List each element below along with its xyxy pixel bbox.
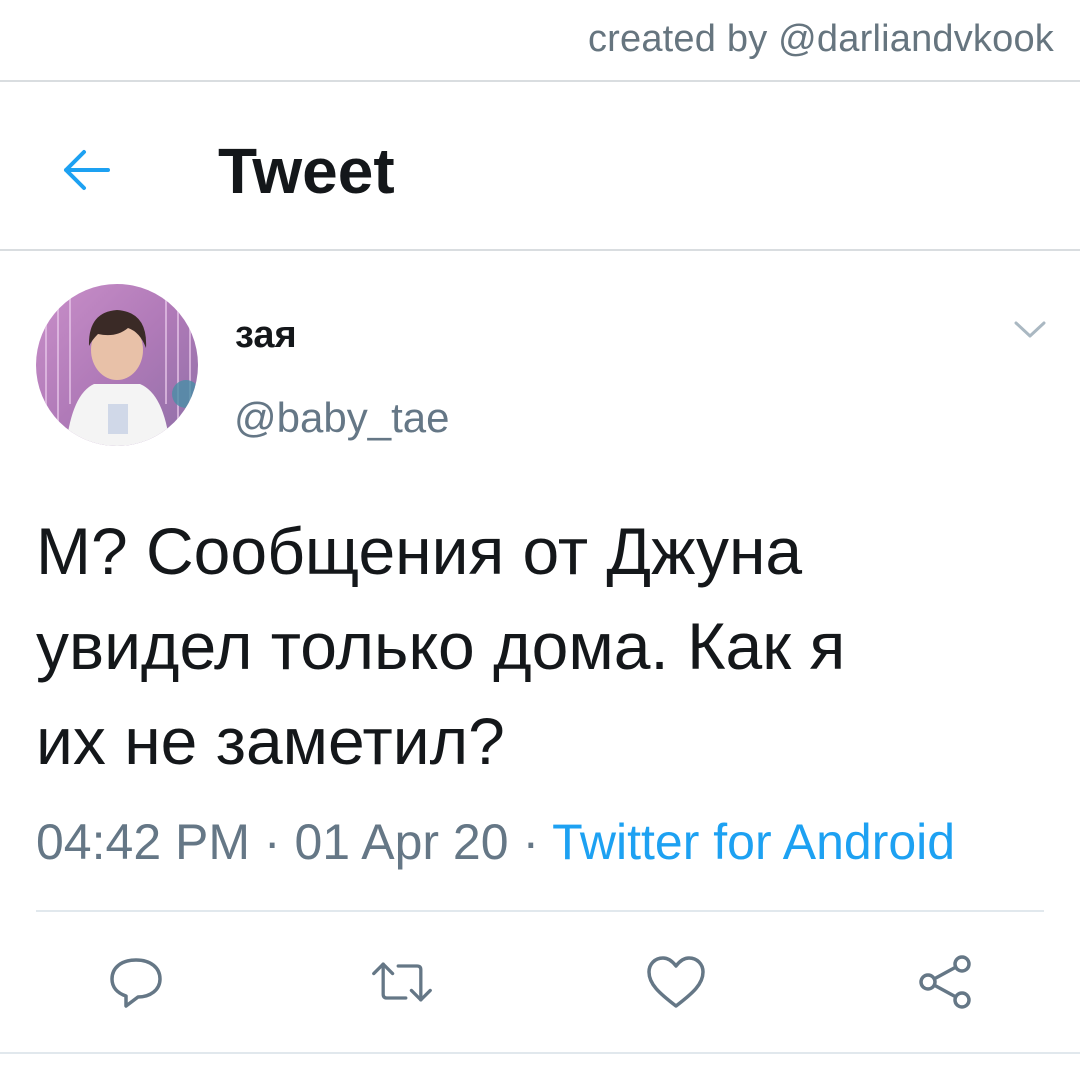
retweet-icon (372, 962, 432, 1002)
reply-icon (110, 958, 162, 1008)
retweet-button[interactable] (370, 950, 434, 1014)
author-display-name[interactable]: зая (235, 314, 297, 357)
tweet-source-link[interactable]: Twitter for Android (552, 814, 955, 870)
tweet-meta: 04:42 PM · 01 Apr 20 · Twitter for Andro… (36, 813, 955, 871)
reply-button[interactable] (104, 950, 168, 1014)
watermark-divider (0, 80, 1080, 82)
heart-icon (647, 956, 705, 1008)
share-icon (919, 955, 971, 1009)
avatar[interactable] (36, 284, 198, 446)
avatar-image (36, 284, 198, 446)
header-divider (0, 249, 1080, 251)
meta-separator: · (263, 814, 281, 870)
back-button[interactable] (54, 138, 118, 202)
arrow-left-icon (64, 150, 110, 190)
watermark: created by @darliandvkook (587, 18, 1054, 60)
actions-divider (36, 910, 1044, 912)
tweet-text-line: М? Сообщения от Джуна (36, 514, 803, 588)
tweet-time: 04:42 PM (36, 814, 251, 870)
tweet-options-button[interactable] (1010, 316, 1050, 344)
tweet-text-line: их не заметил? (36, 704, 505, 778)
tweet-text: М? Сообщения от Джуна увидел только дома… (36, 504, 1036, 789)
author-handle[interactable]: @baby_tae (234, 394, 449, 442)
tweet-detail-screen: created by @darliandvkook Tweet зая @bab… (0, 0, 1080, 1072)
tweet-date: 01 Apr 20 (294, 814, 509, 870)
chevron-down-icon (1014, 321, 1046, 338)
page-title: Tweet (218, 135, 395, 207)
tweet-text-line: увидел только дома. Как я (36, 609, 846, 683)
like-button[interactable] (644, 950, 708, 1014)
bottom-divider (0, 1052, 1080, 1054)
share-button[interactable] (914, 950, 978, 1014)
meta-separator: · (522, 814, 540, 870)
